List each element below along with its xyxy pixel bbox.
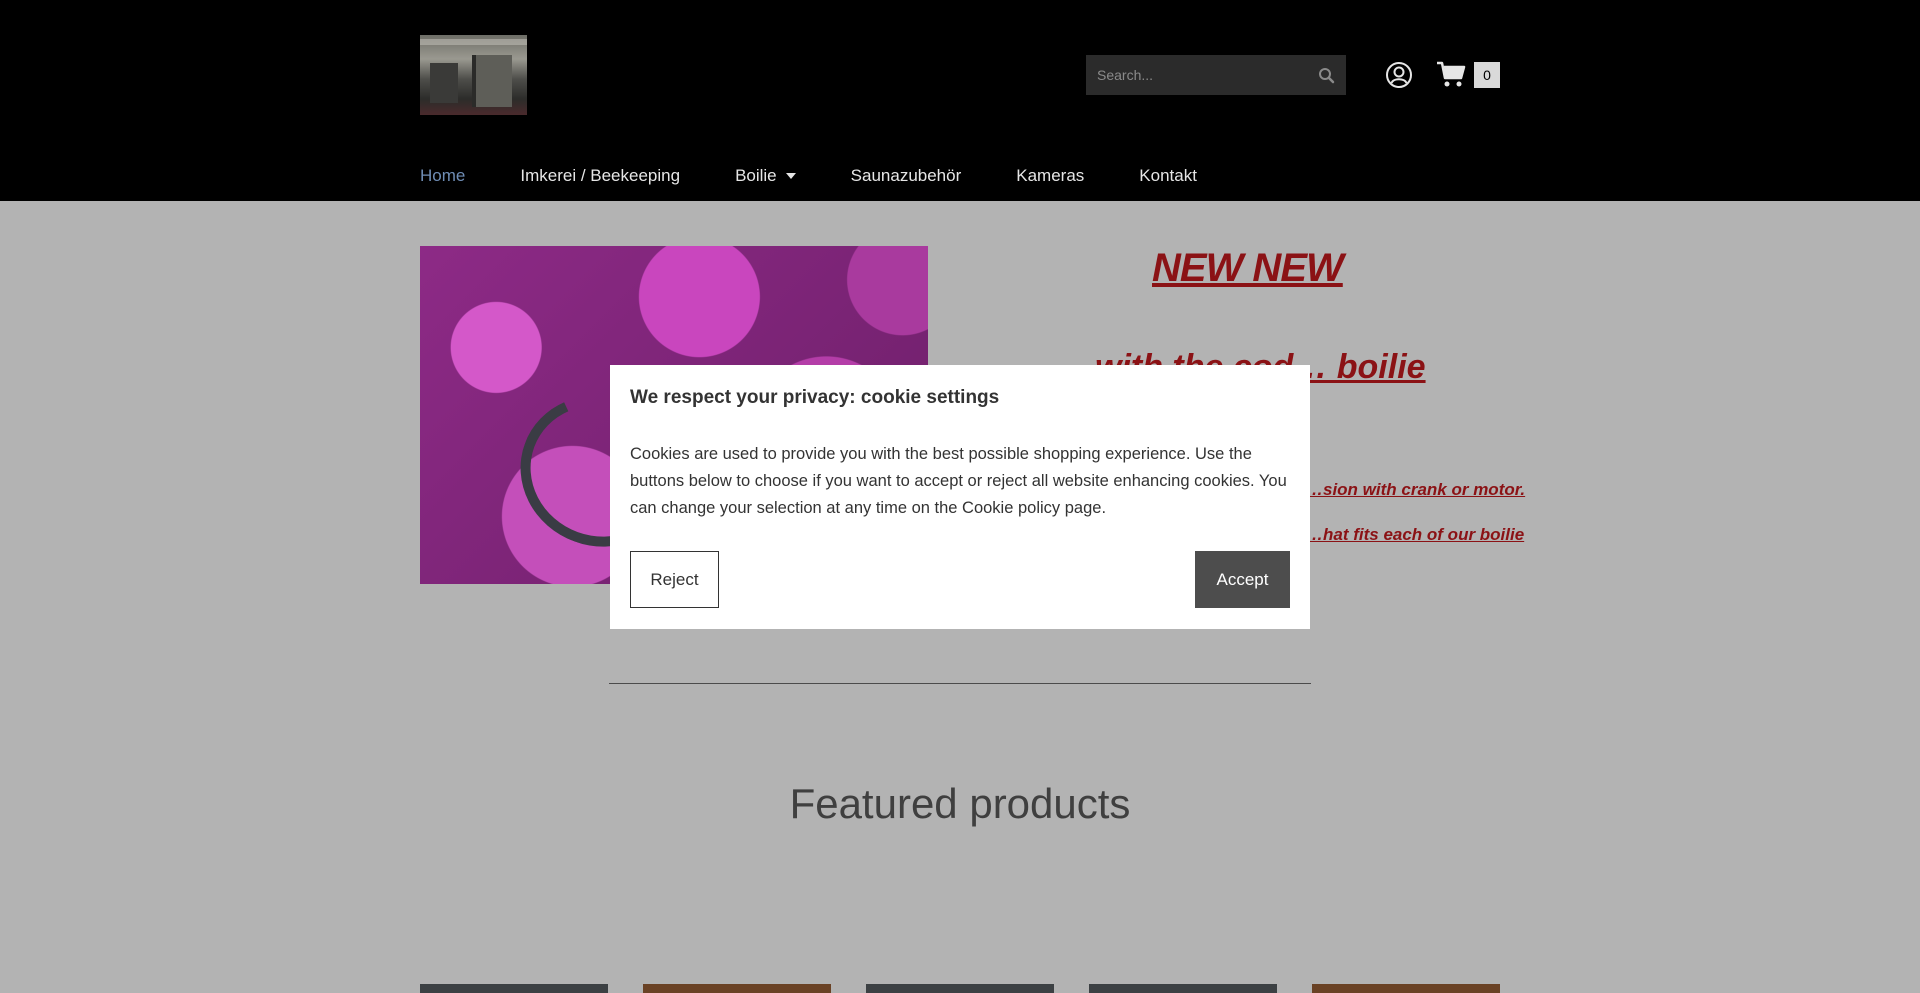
search-icon[interactable] <box>1316 65 1338 87</box>
reject-cookies-button[interactable]: Reject <box>630 551 719 608</box>
search-input[interactable] <box>1086 55 1306 95</box>
user-circle-icon[interactable] <box>1385 61 1413 89</box>
featured-products-title: Featured products <box>789 780 1131 827</box>
site-logo[interactable] <box>420 35 527 115</box>
cart-count-badge[interactable]: 0 <box>1474 62 1500 88</box>
site-header: 0 Home Imkerei / Beekeeping Boilie Sauna… <box>0 0 1920 201</box>
hero-text-line[interactable]: …sion with crank or motor. <box>1306 480 1525 500</box>
logo-image-detail <box>472 55 512 107</box>
accept-cookies-button[interactable]: Accept <box>1195 551 1290 608</box>
nav-item-kameras[interactable]: Kameras <box>1016 166 1084 186</box>
nav-item-label: Boilie <box>735 166 777 185</box>
section-divider <box>609 683 1311 684</box>
product-card-image[interactable] <box>1089 984 1277 993</box>
shopping-cart-icon[interactable] <box>1436 60 1466 88</box>
nav-item-kontakt[interactable]: Kontakt <box>1139 166 1197 186</box>
cookie-dialog-text: Cookies are used to provide you with the… <box>630 445 1287 517</box>
nav-item-boilie[interactable]: Boilie <box>735 166 796 186</box>
nav-item-label: Imkerei / Beekeeping <box>520 166 681 185</box>
nav-item-label: Home <box>420 166 466 185</box>
logo-image-detail <box>430 63 458 103</box>
hero-headline[interactable]: NEW NEW <box>1152 246 1344 291</box>
nav-item-label: Kameras <box>1016 166 1085 185</box>
logo-image-detail <box>420 39 527 45</box>
nav-item-saunazubehoer[interactable]: Saunazubehör <box>851 166 962 186</box>
product-card-image[interactable] <box>643 984 831 993</box>
product-card-image[interactable] <box>420 984 608 993</box>
nav-item-home[interactable]: Home <box>420 166 465 186</box>
nav-item-label: Kontakt <box>1139 166 1197 185</box>
search-box <box>1086 55 1346 95</box>
hero-text-line[interactable]: …hat fits each of our boilie <box>1306 525 1524 545</box>
nav-item-label: Saunazubehör <box>850 166 962 185</box>
product-card-image[interactable] <box>1312 984 1500 993</box>
chevron-down-icon <box>785 173 796 179</box>
cookie-dialog-title: We respect your privacy: cookie settings <box>630 387 1000 408</box>
cookie-consent-dialog: We respect your privacy: cookie settings… <box>610 365 1310 629</box>
product-card-image[interactable] <box>866 984 1054 993</box>
main-nav: Home Imkerei / Beekeeping Boilie Saunazu… <box>420 162 1252 190</box>
nav-item-beekeeping[interactable]: Imkerei / Beekeeping <box>520 166 680 186</box>
